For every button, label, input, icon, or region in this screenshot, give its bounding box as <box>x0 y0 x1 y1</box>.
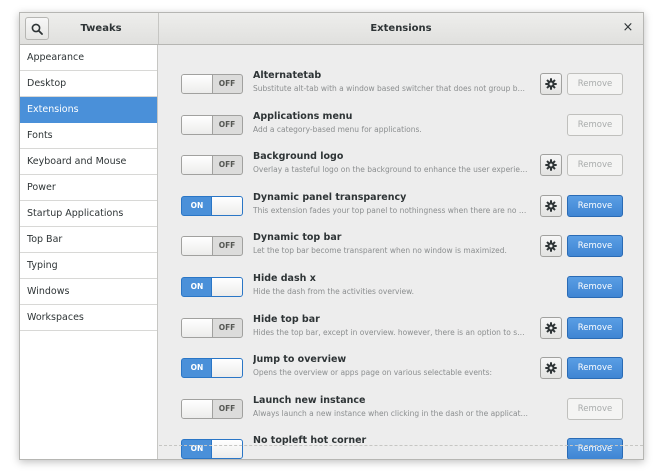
extension-description: Always launch a new instance when clicki… <box>253 408 529 418</box>
extension-row: ON Dynamic panel transparency This extensi… <box>181 189 623 230</box>
toggle-state-label: ON <box>190 200 204 210</box>
extension-row: OFF Hide top bar Hides the top bar, except… <box>181 311 623 352</box>
extension-toggle[interactable]: ON <box>181 195 243 216</box>
extension-settings-button[interactable] <box>540 316 562 339</box>
sidebar-item-typing[interactable]: Typing <box>20 253 157 279</box>
sidebar-item-top-bar[interactable]: Top Bar <box>20 227 157 253</box>
extension-name: Background logo <box>253 151 344 163</box>
remove-button[interactable]: Remove <box>567 235 623 258</box>
toggle-knob <box>211 278 242 296</box>
toggle-state-label: OFF <box>218 160 236 170</box>
header-bar: Tweaks Extensions × <box>20 13 643 45</box>
gear-icon <box>545 78 557 90</box>
remove-button[interactable]: Remove <box>567 357 623 380</box>
gear-icon <box>545 240 557 253</box>
extension-description: Substitute alt-tab with a window based s… <box>253 84 529 93</box>
extension-name: Applications menu <box>253 110 353 122</box>
extensions-list: OFF Alternatetab Substitute alt-tab with a… <box>159 45 643 459</box>
gear-icon <box>545 321 557 334</box>
extension-description: Let the top bar become transparent when … <box>253 246 507 256</box>
close-icon[interactable]: × <box>621 21 635 35</box>
sidebar-item-desktop[interactable]: Desktop <box>20 71 157 97</box>
sidebar-item-workspaces[interactable]: Workspaces <box>20 305 157 331</box>
sidebar-item-keyboard-and-mouse[interactable]: Keyboard and Mouse <box>20 149 157 175</box>
toggle-knob <box>211 196 242 215</box>
extension-name: Jump to overview <box>253 354 347 366</box>
extension-row: ON Hide dash x Hide the dash from the acti… <box>181 270 623 311</box>
extension-toggle[interactable]: OFF <box>181 317 243 338</box>
remove-button[interactable]: Remove <box>567 276 623 298</box>
extension-name: Hide top bar <box>253 313 320 325</box>
extension-toggle[interactable]: ON <box>181 358 243 379</box>
tweaks-window: Tweaks Extensions × Appearance Desktop Ext… <box>19 12 644 460</box>
remove-button[interactable]: Remove <box>567 73 623 95</box>
extension-name: Launch new instance <box>253 394 366 406</box>
toggle-state-label: ON <box>190 363 204 373</box>
extension-row: OFF Applications menu Add a category-based… <box>181 108 623 149</box>
toggle-knob <box>182 75 213 93</box>
toggle-state-label: ON <box>190 444 204 454</box>
scroll-edge-divider <box>159 445 643 447</box>
sidebar-item-startup-applications[interactable]: Startup Applications <box>20 201 157 227</box>
extension-toggle[interactable]: OFF <box>181 74 243 94</box>
remove-button[interactable]: Remove <box>567 397 623 420</box>
extension-toggle[interactable]: ON <box>181 277 243 297</box>
extension-description: Hides the top bar, except in overview. h… <box>253 327 529 337</box>
extension-toggle[interactable]: OFF <box>181 114 243 135</box>
sidebar-item-extensions[interactable]: Extensions <box>20 97 157 123</box>
extension-description: Add a category-based menu for applicatio… <box>253 124 422 134</box>
extension-settings-button[interactable] <box>540 194 562 217</box>
page-title: Extensions <box>370 23 432 34</box>
extension-toggle[interactable]: OFF <box>181 155 243 176</box>
remove-button[interactable]: Remove <box>567 154 623 177</box>
toggle-knob <box>211 359 242 378</box>
toggle-state-label: OFF <box>218 322 236 332</box>
extension-toggle[interactable]: ON <box>181 439 243 459</box>
extension-settings-button[interactable] <box>540 73 562 95</box>
gear-icon <box>545 200 557 212</box>
toggle-knob <box>182 318 213 337</box>
sidebar-item-power[interactable]: Power <box>20 175 157 201</box>
toggle-knob <box>182 237 213 256</box>
extension-row: OFF Alternatetab Substitute alt-tab with a… <box>181 67 623 108</box>
app-title: Tweaks <box>80 23 122 34</box>
extension-row: OFF Launch new instance Always launch a ne… <box>181 392 623 433</box>
toggle-state-label: OFF <box>218 79 236 88</box>
remove-button[interactable]: Remove <box>567 194 623 217</box>
extension-description: Opens the overview or apps page on vario… <box>253 368 493 378</box>
extension-name: Hide dash x <box>253 273 316 284</box>
extension-description: This extension fades your top panel to n… <box>253 205 529 215</box>
extension-description: Overlay a tasteful logo on the backgroun… <box>253 165 529 175</box>
remove-button[interactable]: Remove <box>567 316 623 339</box>
extension-row: ON Jump to overview Opens the overview or … <box>181 351 623 392</box>
toggle-knob <box>182 399 213 418</box>
extension-description: Hide the dash from the activities overvi… <box>253 287 414 296</box>
extension-settings-button[interactable] <box>540 154 562 177</box>
toggle-state-label: ON <box>190 282 204 291</box>
extension-name: Alternatetab <box>253 70 322 81</box>
sidebar-item-appearance[interactable]: Appearance <box>20 45 157 71</box>
remove-button[interactable]: Remove <box>567 438 623 459</box>
toggle-state-label: OFF <box>218 119 236 129</box>
extension-row: OFF Dynamic top bar Let the top bar become… <box>181 229 623 270</box>
sidebar: Appearance Desktop Extensions Fonts Keyboard… <box>20 45 158 459</box>
sidebar-item-windows[interactable]: Windows <box>20 279 157 305</box>
extension-settings-button[interactable] <box>540 235 562 258</box>
extension-toggle[interactable]: OFF <box>181 236 243 257</box>
toggle-state-label: OFF <box>218 241 236 251</box>
extension-row: OFF Background logo Overlay a tasteful log… <box>181 148 623 189</box>
extension-name: Dynamic top bar <box>253 232 342 244</box>
toggle-state-label: OFF <box>218 403 236 413</box>
extension-toggle[interactable]: OFF <box>181 398 243 419</box>
extension-settings-button[interactable] <box>540 357 562 380</box>
extension-name: Dynamic panel transparency <box>253 191 407 203</box>
gear-icon <box>545 362 557 374</box>
toggle-knob <box>211 440 242 459</box>
remove-button[interactable]: Remove <box>567 113 623 136</box>
toggle-knob <box>182 156 213 175</box>
toggle-knob <box>182 115 213 134</box>
gear-icon <box>545 159 557 171</box>
sidebar-item-fonts[interactable]: Fonts <box>20 123 157 149</box>
